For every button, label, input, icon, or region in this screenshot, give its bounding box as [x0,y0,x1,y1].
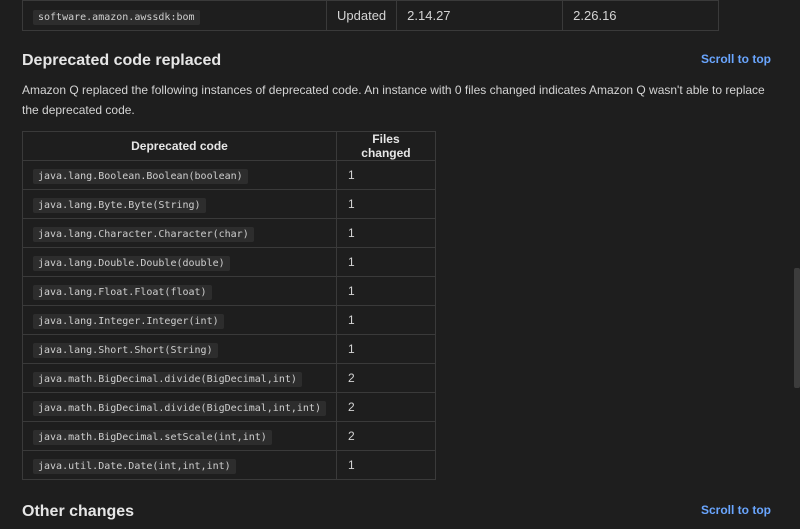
table-row: java.lang.Boolean.Boolean(boolean) 1 [22,160,436,190]
dependency-name: software.amazon.awssdk:bom [33,10,200,25]
deprecated-code-cell: java.lang.Byte.Byte(String) [22,189,337,219]
files-changed-count: 1 [335,189,436,219]
deprecated-code: java.util.Date.Date(int,int,int) [33,459,236,474]
dependency-action: Updated [325,0,398,31]
table-row: java.math.BigDecimal.divide(BigDecimal,i… [22,363,436,393]
dependency-to-version: 2.26.16 [562,0,719,31]
scroll-to-top-link[interactable]: Scroll to top [701,52,771,66]
deprecated-code-cell: java.lang.Short.Short(String) [22,334,337,364]
table-row: java.math.BigDecimal.setScale(int,int) 2 [22,421,436,451]
deprecated-code: java.lang.Character.Character(char) [33,227,254,242]
deprecated-code-cell: java.math.BigDecimal.divide(BigDecimal,i… [22,363,337,393]
deprecated-code-rows: java.lang.Boolean.Boolean(boolean) 1 java.… [22,160,436,480]
table-row: java.lang.Short.Short(String) 1 [22,334,436,364]
deprecated-code: java.math.BigDecimal.setScale(int,int) [33,430,272,445]
table-row: java.util.Date.Date(int,int,int) 1 [22,450,436,480]
deprecated-code: java.lang.Short.Short(String) [33,343,218,358]
report-page: software.amazon.awssdk:bom Updated 2.14.… [0,0,800,529]
other-changes-title: Other changes [22,503,135,520]
dependency-table: software.amazon.awssdk:bom Updated 2.14.… [22,0,719,31]
header-files-changed: Files changed [335,131,436,161]
files-changed-count: 2 [335,392,436,422]
deprecated-code-cell: java.util.Date.Date(int,int,int) [22,450,337,480]
deprecated-code-cell: java.math.BigDecimal.divide(BigDecimal,i… [22,392,337,422]
deprecated-code-cell: java.lang.Integer.Integer(int) [22,305,337,335]
deprecated-code: java.math.BigDecimal.divide(BigDecimal,i… [33,401,326,416]
header-deprecated-code: Deprecated code [22,131,337,161]
deprecated-code: java.lang.Integer.Integer(int) [33,314,224,329]
table-row: java.math.BigDecimal.divide(BigDecimal,i… [22,392,436,422]
deprecated-code-cell: java.lang.Character.Character(char) [22,218,337,248]
scroll-to-top-link-2[interactable]: Scroll to top [701,503,771,517]
deprecated-code: java.math.BigDecimal.divide(BigDecimal,i… [33,372,302,387]
table-row: java.lang.Character.Character(char) 1 [22,218,436,248]
files-changed-count: 1 [335,450,436,480]
files-changed-count: 1 [335,276,436,306]
files-changed-count: 1 [335,305,436,335]
files-changed-count: 1 [335,247,436,277]
files-changed-count: 1 [335,334,436,364]
deprecated-code-cell: java.lang.Boolean.Boolean(boolean) [22,160,337,190]
deprecated-code-table: Deprecated code Files changed java.lang.… [22,131,436,480]
files-changed-count: 2 [335,421,436,451]
files-changed-count: 1 [335,218,436,248]
files-changed-count: 2 [335,363,436,393]
table-row: java.lang.Float.Float(float) 1 [22,276,436,306]
table-row: java.lang.Byte.Byte(String) 1 [22,189,436,219]
table-row: java.lang.Integer.Integer(int) 1 [22,305,436,335]
deprecated-code: java.lang.Double.Double(double) [33,256,230,271]
deprecated-code-cell: java.lang.Float.Float(float) [22,276,337,306]
dependency-from-version: 2.14.27 [396,0,564,31]
table-row: software.amazon.awssdk:bom Updated 2.14.… [22,0,719,31]
deprecated-description: Amazon Q replaced the following instance… [22,83,765,117]
deprecated-code: java.lang.Boolean.Boolean(boolean) [33,169,248,184]
table-header-row: Deprecated code Files changed [22,131,436,161]
deprecated-section-title: Deprecated code replaced [22,52,222,69]
deprecated-code: java.lang.Byte.Byte(String) [33,198,206,213]
files-changed-count: 1 [335,160,436,190]
page-scrollbar[interactable] [794,0,800,529]
table-row: java.lang.Double.Double(double) 1 [22,247,436,277]
deprecated-code-cell: java.math.BigDecimal.setScale(int,int) [22,421,337,451]
dependency-name-cell: software.amazon.awssdk:bom [22,0,327,31]
deprecated-code-cell: java.lang.Double.Double(double) [22,247,337,277]
scrollbar-thumb[interactable] [794,268,800,388]
deprecated-code: java.lang.Float.Float(float) [33,285,212,300]
